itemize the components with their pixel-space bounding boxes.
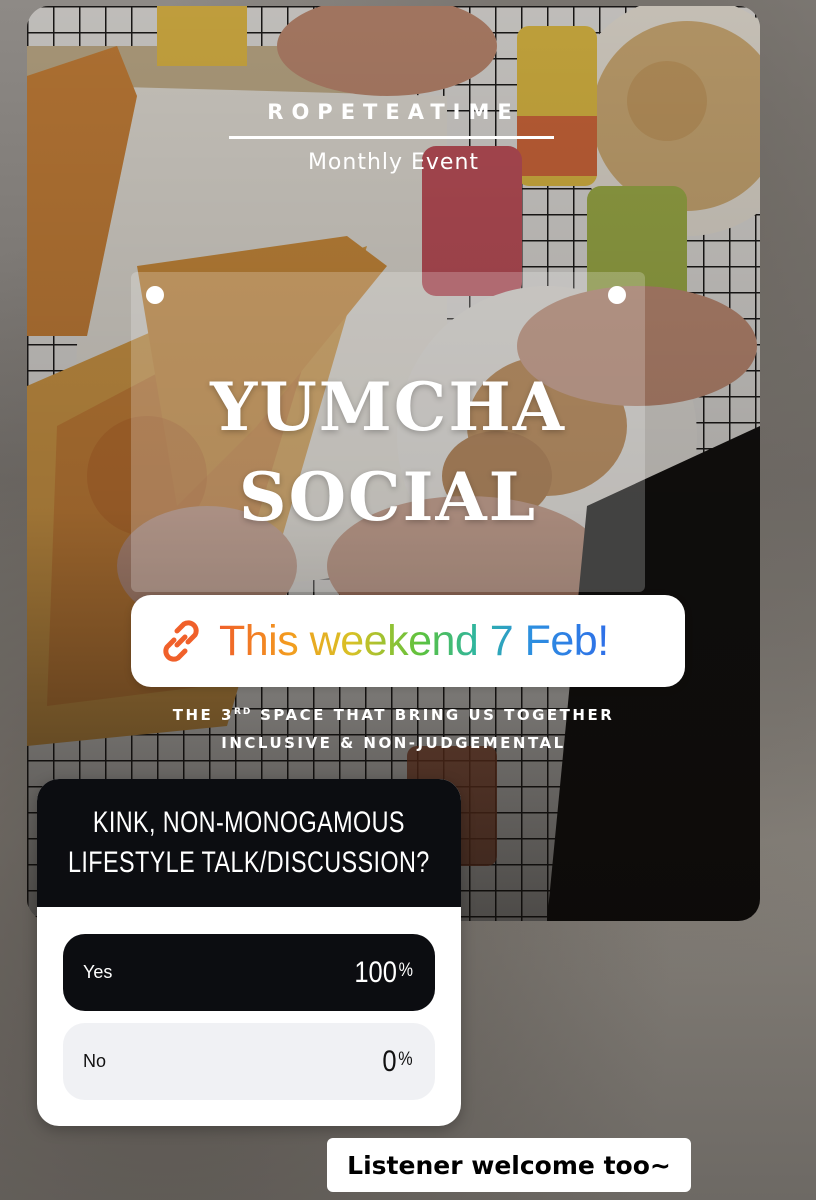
poll-option-percent: 100% [354, 955, 413, 989]
link-sticker[interactable]: This weekend 7 Feb! [131, 595, 685, 687]
poll-option-yes[interactable]: Yes 100% [63, 934, 435, 1011]
caption-tag: Listener welcome too~ [327, 1138, 691, 1192]
poll-option-percent: 0% [382, 1044, 413, 1078]
poll-question-box: KINK, NON-MONOGAMOUS LIFESTYLE TALK/DISC… [37, 779, 461, 907]
poll-sticker: KINK, NON-MONOGAMOUS LIFESTYLE TALK/DISC… [37, 779, 461, 1126]
event-title-line1: YUMCHA [210, 368, 566, 446]
poll-option-label: Yes [83, 962, 113, 982]
poll-question: KINK, NON-MONOGAMOUS LIFESTYLE TALK/DISC… [68, 806, 430, 879]
link-label: This weekend 7 Feb! [219, 616, 609, 665]
event-title-line2: SOCIAL [238, 458, 538, 536]
tagline-line2: INCLUSIVE & NON-JUDGEMENTAL [221, 734, 566, 752]
pin-dot-right [608, 286, 626, 304]
brand-divider [229, 136, 554, 139]
link-icon [163, 620, 199, 662]
pin-dot-left [146, 286, 164, 304]
poll-option-label: No [83, 1051, 107, 1071]
brand-name: ROPETEATIME [267, 100, 520, 124]
tagline-line1: THE 3RD SPACE THAT BRING US TOGETHER [172, 706, 615, 724]
poll-option-no[interactable]: No 0% [63, 1023, 435, 1100]
event-subtitle: Monthly Event [307, 150, 480, 175]
